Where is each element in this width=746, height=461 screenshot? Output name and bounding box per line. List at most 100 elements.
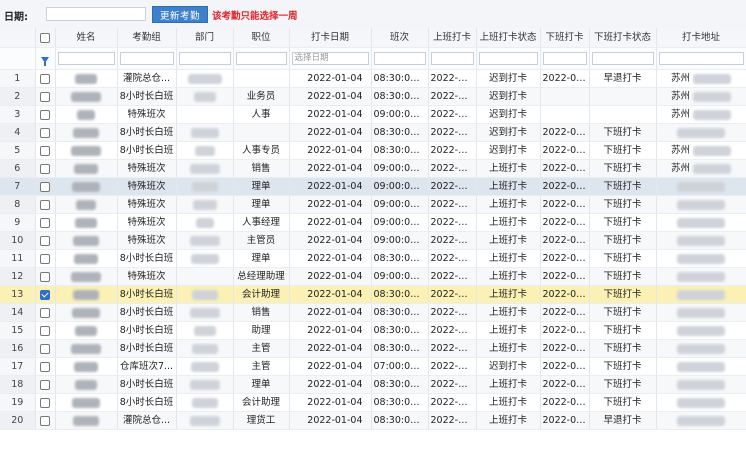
- clock-out-cell: 2022-01...: [540, 249, 590, 268]
- clock-in-cell: 2022-01...: [428, 411, 477, 430]
- row-checkbox[interactable]: [35, 213, 56, 232]
- table-row[interactable]: 14 8小时长白班 销售 2022-01-04 08:30:00~... 2022-01.…: [0, 303, 746, 322]
- table-row[interactable]: 18 8小时长白班 理单 2022-01-04 08:30:00~... 2022-01.…: [0, 375, 746, 394]
- attendance-group-cell: 8小时长白班: [117, 249, 177, 268]
- clock-in-cell: 2022-01...: [428, 105, 477, 124]
- col-clock-in-status[interactable]: 上班打卡状态: [476, 28, 541, 48]
- row-number: 4: [0, 123, 36, 142]
- address-cell: [656, 285, 746, 304]
- shift-cell: 08:30:00~...: [371, 321, 429, 340]
- department-cell-redacted: [176, 357, 234, 376]
- row-checkbox[interactable]: [35, 321, 56, 340]
- shift-cell: 09:00:00~...: [371, 159, 429, 178]
- filter-group[interactable]: [117, 47, 177, 70]
- address-cell: [656, 411, 746, 430]
- header-row: 姓名 考勤组 部门 职位 打卡日期 班次 上班打卡 上班打卡状态 下班打卡 下班…: [0, 28, 746, 48]
- table-row[interactable]: 9 特殊班次 人事经理 2022-01-04 09:00:00~... 2022-01..…: [0, 213, 746, 232]
- col-clock-in[interactable]: 上班打卡: [428, 28, 477, 48]
- table-row[interactable]: 15 8小时长白班 助理 2022-01-04 08:30:00~... 2022-01.…: [0, 321, 746, 340]
- row-checkbox[interactable]: [35, 123, 56, 142]
- table-row[interactable]: 12 特殊班次 总经理助理 2022-01-04 09:00:00~... 2022-01…: [0, 267, 746, 286]
- refresh-attendance-button[interactable]: 更新考勤: [152, 6, 209, 23]
- col-punch-date[interactable]: 打卡日期: [289, 28, 372, 48]
- department-cell-redacted: [176, 87, 234, 106]
- table-row[interactable]: 1 灌院总仓... 2022-01-04 08:30:00~... 2022-01...…: [0, 69, 746, 88]
- filter-clock-in-status[interactable]: [476, 47, 541, 70]
- table-row[interactable]: 16 8小时长白班 主管 2022-01-04 08:30:00~... 2022-01.…: [0, 339, 746, 358]
- table-row[interactable]: 10 特殊班次 主管员 2022-01-04 09:00:00~... 2022-01..…: [0, 231, 746, 250]
- row-checkbox[interactable]: [35, 267, 56, 286]
- row-checkbox[interactable]: [35, 195, 56, 214]
- shift-cell: 09:00:00~...: [371, 195, 429, 214]
- row-checkbox[interactable]: [35, 159, 56, 178]
- attendance-group-cell: 8小时长白班: [117, 339, 177, 358]
- table-row[interactable]: 11 8小时长白班 理单 2022-01-04 08:30:00~... 2022-01.…: [0, 249, 746, 268]
- shift-cell: 08:30:00~...: [371, 393, 429, 412]
- table-row[interactable]: 13 8小时长白班 会计助理 2022-01-04 08:30:00~... 2022-0…: [0, 285, 746, 304]
- col-attendance-group[interactable]: 考勤组: [117, 28, 177, 48]
- filter-department[interactable]: [176, 47, 234, 70]
- name-cell-redacted: [55, 177, 118, 196]
- punch-date-cell: 2022-01-04: [289, 411, 372, 430]
- filter-name[interactable]: [55, 47, 118, 70]
- table-row[interactable]: 19 8小时长白班 会计助理 2022-01-04 08:30:00~... 2022-0…: [0, 393, 746, 412]
- row-checkbox[interactable]: [35, 375, 56, 394]
- table-row[interactable]: 8 特殊班次 理单 2022-01-04 09:00:00~... 2022-01... 上…: [0, 195, 746, 214]
- address-cell: 苏州: [656, 141, 746, 160]
- filter-clock-in[interactable]: [428, 47, 477, 70]
- row-checkbox[interactable]: [35, 285, 56, 304]
- clock-in-cell: 2022-01...: [428, 249, 477, 268]
- shift-cell: 08:30:00~...: [371, 69, 429, 88]
- attendance-group-cell: 特殊班次: [117, 195, 177, 214]
- table-row[interactable]: 3 特殊班次 人事 2022-01-04 09:00:00~... 2022-01... 迟…: [0, 105, 746, 124]
- row-checkbox[interactable]: [35, 303, 56, 322]
- position-cell: [233, 69, 290, 88]
- clock-in-cell: 2022-01...: [428, 339, 477, 358]
- table-row[interactable]: 20 灌院总仓... 理货工 2022-01-04 08:30:00~... 2022-0…: [0, 411, 746, 430]
- clock-in-status-cell: 迟到打卡: [476, 87, 541, 106]
- filter-clock-out[interactable]: [540, 47, 590, 70]
- row-checkbox[interactable]: [35, 393, 56, 412]
- clock-out-cell: 2022-01...: [540, 159, 590, 178]
- col-department[interactable]: 部门: [176, 28, 234, 48]
- row-checkbox[interactable]: [35, 69, 56, 88]
- filter-position[interactable]: [233, 47, 290, 70]
- position-cell: 业务员: [233, 87, 290, 106]
- row-number: 13: [0, 285, 36, 304]
- clock-in-status-cell: 上班打卡: [476, 321, 541, 340]
- table-row[interactable]: 6 特殊班次 销售 2022-01-04 09:00:00~... 2022-01... 上…: [0, 159, 746, 178]
- filter-funnel-icon[interactable]: [35, 47, 56, 70]
- filter-punch-date[interactable]: 选择日期: [289, 47, 372, 70]
- col-clock-out[interactable]: 下班打卡: [540, 28, 590, 48]
- table-row[interactable]: 4 8小时长白班 2022-01-04 08:30:00~... 2022-01... 迟…: [0, 123, 746, 142]
- row-checkbox[interactable]: [35, 141, 56, 160]
- table-row[interactable]: 17 仓库班次7... 主管 2022-01-04 07:00:00~... 2022-0…: [0, 357, 746, 376]
- table-row[interactable]: 2 8小时长白班 业务员 2022-01-04 08:30:00~... 2022-01.…: [0, 87, 746, 106]
- punch-date-cell: 2022-01-04: [289, 105, 372, 124]
- select-all-checkbox[interactable]: [35, 28, 56, 48]
- row-checkbox[interactable]: [35, 249, 56, 268]
- filter-address[interactable]: [656, 47, 746, 70]
- clock-out-status-cell: 下班打卡: [589, 249, 657, 268]
- row-checkbox[interactable]: [35, 231, 56, 250]
- row-checkbox[interactable]: [35, 105, 56, 124]
- col-position[interactable]: 职位: [233, 28, 290, 48]
- col-shift[interactable]: 班次: [371, 28, 429, 48]
- table-row[interactable]: 5 8小时长白班 人事专员 2022-01-04 08:30:00~... 2022-01…: [0, 141, 746, 160]
- col-clock-out-status[interactable]: 下班打卡状态: [589, 28, 657, 48]
- filter-clock-out-status[interactable]: [589, 47, 657, 70]
- department-cell-redacted: [176, 213, 234, 232]
- col-name[interactable]: 姓名: [55, 28, 118, 48]
- row-number: 10: [0, 231, 36, 250]
- row-checkbox[interactable]: [35, 177, 56, 196]
- row-checkbox[interactable]: [35, 339, 56, 358]
- filter-shift[interactable]: [371, 47, 429, 70]
- table-row[interactable]: 7 特殊班次 理单 2022-01-04 09:00:00~... 2022-01... 上…: [0, 177, 746, 196]
- col-address[interactable]: 打卡地址: [656, 28, 746, 48]
- clock-out-cell: 2022-01...: [540, 303, 590, 322]
- date-range-input[interactable]: [46, 7, 146, 21]
- row-checkbox[interactable]: [35, 411, 56, 430]
- row-checkbox[interactable]: [35, 87, 56, 106]
- punch-date-cell: 2022-01-04: [289, 285, 372, 304]
- row-checkbox[interactable]: [35, 357, 56, 376]
